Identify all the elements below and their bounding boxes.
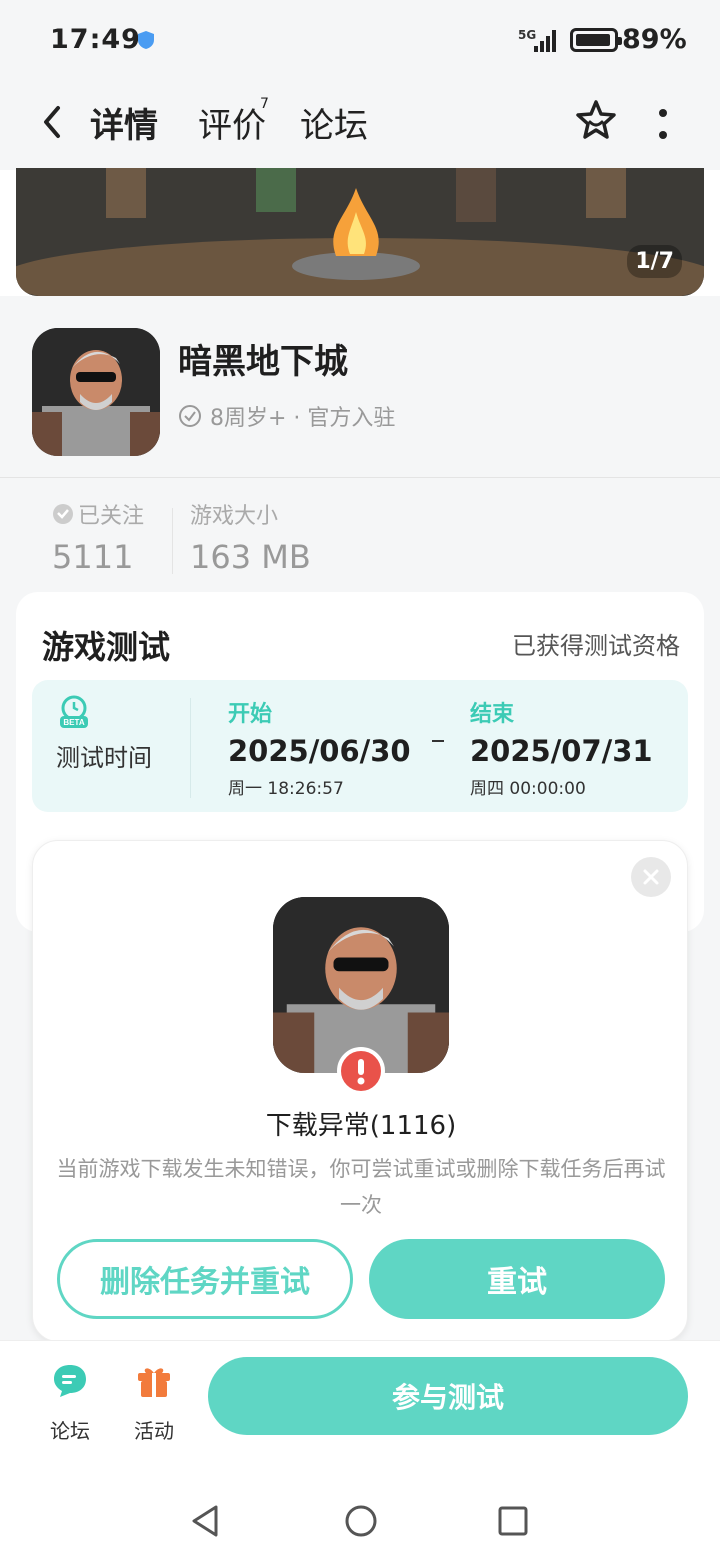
start-date: 2025/06/30 [228,734,411,768]
bottom-action-bar: 论坛 活动 参与测试 [0,1340,720,1450]
size-value: 163 MB [190,538,311,576]
test-time-label: 测试时间 [56,744,152,772]
delete-and-retry-button[interactable]: 删除任务并重试 [57,1239,353,1319]
tab-detail[interactable]: 详情 [88,98,160,151]
nav-recent-icon[interactable] [498,1506,528,1536]
size-stat: 游戏大小 163 MB [190,498,311,576]
battery-icon [570,28,622,52]
start-time: 周一 18:26:57 [228,779,344,799]
beta-icon: BETA [60,695,88,728]
status-time: 17:49 [50,24,141,55]
campfire-scene-image [16,168,704,296]
app-meta: 8周岁+ · 官方入驻 [178,400,395,432]
activity-shortcut[interactable]: 活动 [124,1361,184,1444]
app-info: 暗黑地下城 8周岁+ · 官方入驻 [0,296,720,478]
review-count: 7 [260,96,269,112]
stat-divider [172,508,173,574]
error-icon [337,1047,385,1095]
forum-shortcut[interactable]: 论坛 [40,1361,100,1444]
app-stats: 已关注 5111 游戏大小 163 MB [0,478,720,590]
test-qualification: 已获得测试资格 [512,632,680,660]
test-time-divider [190,698,191,798]
test-title: 游戏测试 [42,628,171,666]
retry-button[interactable]: 重试 [369,1239,665,1319]
close-button[interactable] [631,857,671,897]
download-error-dialog: 下载异常(1116) 当前游戏下载发生未知错误，你可尝试重试或删除下载任务后再试… [32,840,688,1342]
gift-icon [138,1368,170,1397]
back-icon[interactable] [38,102,68,142]
tab-review-label: 评价 [198,106,266,146]
start-head: 开始 [228,702,273,727]
end-date: 2025/07/31 [470,734,653,768]
shield-icon [138,31,154,49]
tab-forum[interactable]: 论坛 [300,98,368,147]
followers-value: 5111 [52,538,134,576]
battery-percent: 89% [622,24,687,55]
heart-icon [53,504,73,524]
nav-back-icon[interactable] [190,1504,222,1538]
screenshot-banner[interactable]: 1/7 [16,168,704,296]
system-navigation-bar [0,1450,720,1560]
nav-home-icon[interactable] [344,1504,378,1538]
app-name: 暗黑地下城 [178,342,348,382]
dialog-message: 当前游戏下载发生未知错误，你可尝试重试或删除下载任务后再试一次 [56,1157,666,1217]
forum-icon [54,1365,86,1397]
test-end: 结束 2025/07/31 周四 00:00:00 [470,696,653,799]
date-range-dash [432,740,444,742]
svg-text:BETA: BETA [63,718,84,727]
end-time: 周四 00:00:00 [470,779,586,799]
dialog-title: 下载异常(1116) [265,1111,457,1141]
test-start: 开始 2025/06/30 周一 18:26:57 [228,696,411,799]
tab-detail-label: 详情 [90,106,158,146]
app-meta-text: 8周岁+ · 官方入驻 [210,406,396,431]
end-head: 结束 [470,702,515,727]
join-test-button[interactable]: 参与测试 [208,1357,688,1435]
followers-stat: 已关注 5111 [52,498,144,576]
activity-label: 活动 [134,1419,174,1443]
top-navigation: 详情 评价 7 论坛 [0,80,720,170]
forum-label: 论坛 [50,1419,90,1443]
more-icon[interactable] [650,104,676,144]
status-bar: 17:49 5G 89% [0,0,720,80]
size-label: 游戏大小 [190,504,279,529]
star-icon[interactable] [574,98,618,142]
banner-counter: 1/7 [627,245,682,278]
signal-icon [534,30,556,52]
tab-review[interactable]: 评价 7 [198,96,269,147]
test-time-box: BETA 测试时间 开始 2025/06/30 周一 18:26:57 结束 2… [32,680,688,812]
followers-label: 已关注 [78,504,145,529]
close-icon [643,869,659,885]
app-icon [32,328,160,456]
check-icon [179,405,201,427]
